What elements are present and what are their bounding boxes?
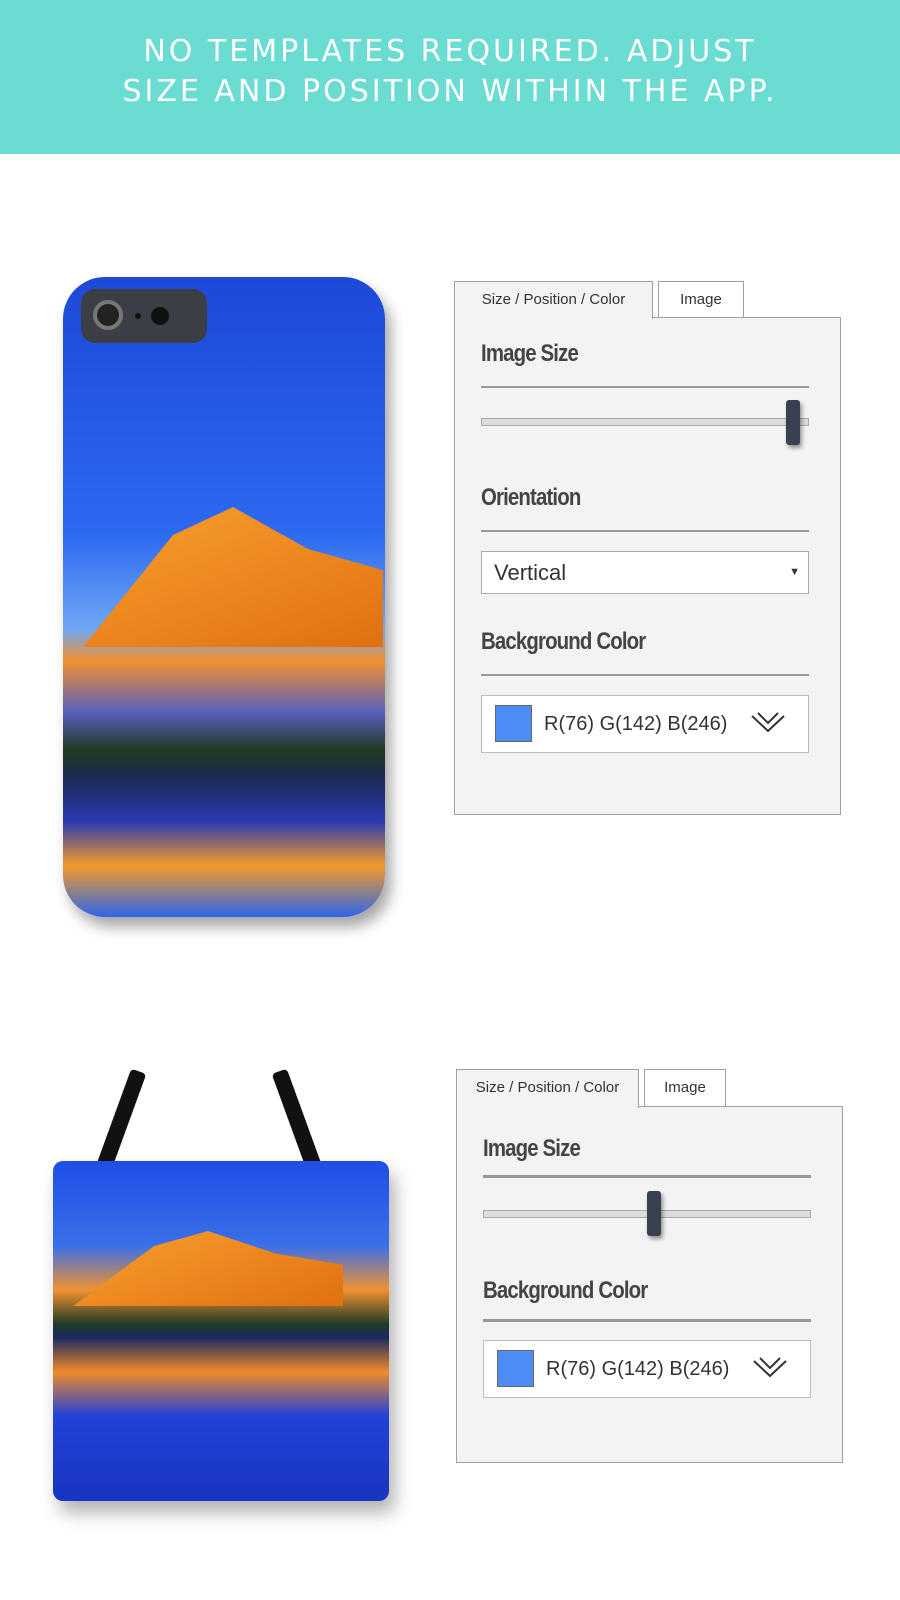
divider: [481, 386, 809, 388]
divider: [483, 1319, 811, 1322]
mountain-image: [73, 1231, 343, 1306]
tab-image[interactable]: Image: [658, 281, 744, 318]
color-value: R(76) G(142) B(246): [544, 713, 728, 735]
background-color-picker[interactable]: R(76) G(142) B(246): [481, 695, 809, 753]
camera-cutout: [81, 289, 207, 343]
settings-panel-phone: Image Size Orientation Vertical ▼ Backgro…: [454, 317, 841, 815]
image-size-slider[interactable]: [481, 418, 809, 426]
banner-line-1: NO TEMPLATES REQUIRED. ADJUST: [143, 34, 757, 69]
color-swatch: [497, 1350, 534, 1387]
banner: NO TEMPLATES REQUIRED. ADJUST SIZE AND P…: [0, 0, 900, 154]
mountain-image: [83, 507, 383, 647]
chevron-down-icon[interactable]: [750, 710, 786, 734]
dropdown-caret-icon: ▼: [789, 566, 800, 578]
divider: [481, 674, 809, 676]
image-size-slider-thumb[interactable]: [646, 1191, 661, 1236]
orientation-label: Orientation: [481, 484, 581, 511]
orientation-value: Vertical: [494, 560, 567, 585]
banner-line-2: SIZE AND POSITION WITHIN THE APP.: [122, 74, 778, 109]
orientation-select[interactable]: Vertical ▼: [481, 551, 809, 594]
settings-panel-tote: Image Size Background Color R(76) G(142)…: [456, 1106, 843, 1463]
color-swatch: [495, 705, 532, 742]
divider: [483, 1175, 811, 1178]
background-color-label: Background Color: [481, 628, 646, 655]
background-color-label: Background Color: [483, 1277, 648, 1304]
tote-bag-preview: [53, 1161, 389, 1501]
image-size-slider-thumb[interactable]: [785, 400, 800, 445]
image-size-label: Image Size: [481, 340, 579, 367]
image-size-label: Image Size: [483, 1135, 581, 1162]
tab-size-position-color[interactable]: Size / Position / Color: [456, 1069, 639, 1108]
phone-case-preview: [63, 277, 385, 917]
chevron-down-icon[interactable]: [752, 1355, 788, 1379]
color-value: R(76) G(142) B(246): [546, 1358, 730, 1380]
tab-image[interactable]: Image: [644, 1069, 726, 1107]
background-color-picker[interactable]: R(76) G(142) B(246): [483, 1340, 811, 1398]
tab-size-position-color[interactable]: Size / Position / Color: [454, 281, 653, 319]
divider: [481, 530, 809, 532]
